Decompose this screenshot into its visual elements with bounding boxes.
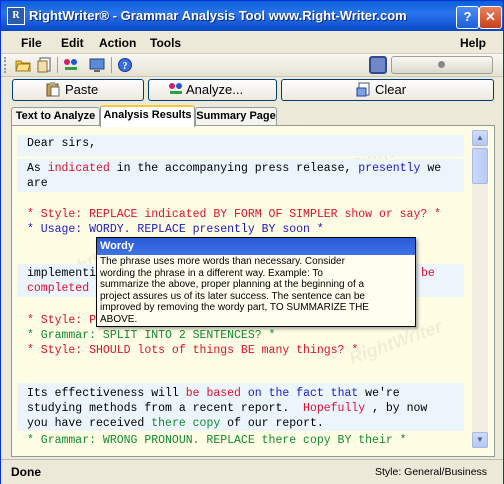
flagged-word[interactable]: be [421, 266, 435, 282]
menu-tools[interactable]: Tools [150, 36, 181, 50]
toolbar-indicator[interactable] [391, 56, 493, 74]
scroll-down-arrow-icon[interactable]: ▼ [472, 432, 488, 448]
text-span: of our report. [220, 417, 324, 430]
analyze-button[interactable]: Analyze... [148, 79, 277, 101]
tab-summary-page[interactable]: Summary Page [195, 107, 277, 125]
menu-action[interactable]: Action [99, 36, 136, 50]
style-comment: * Style: REPLACE indicated BY FORM OF SI… [27, 208, 442, 221]
help-button[interactable]: ? [456, 6, 479, 29]
tooltip-title: Wordy [97, 238, 415, 255]
paragraph-3-line-1: Its effectiveness will be based on the f… [27, 386, 400, 402]
paragraph-1-line-1: As indicated in the accompanying press r… [27, 161, 441, 177]
tooltip-line: improved by removing the wordy part, TO … [100, 302, 369, 314]
tooltip-line: The phrase uses more words than necessar… [100, 256, 345, 267]
app-icon[interactable]: R [7, 7, 25, 25]
app-window: R RightWriter® - Grammar Analysis Tool w… [0, 0, 504, 484]
scroll-thumb[interactable] [472, 148, 488, 184]
clear-button[interactable]: Clear [281, 79, 494, 101]
title-bar[interactable]: R RightWriter® - Grammar Analysis Tool w… [1, 1, 503, 31]
flagged-word[interactable]: be based [186, 387, 241, 400]
monitor-icon[interactable] [89, 57, 105, 73]
paragraph-3-line-2: studying methods from a recent report. H… [27, 401, 427, 417]
flagged-word[interactable]: completed [27, 281, 89, 297]
analyze-icon[interactable] [63, 57, 79, 73]
text-span [241, 387, 248, 400]
text-span: you have received [27, 417, 152, 430]
tooltip-line: project assures us of its later success.… [100, 290, 365, 302]
eraser-icon [356, 82, 372, 97]
style-comment: * Style: P [27, 314, 97, 327]
paste-button[interactable]: Paste [12, 79, 144, 101]
greeting-text: Dear sirs, [27, 137, 97, 150]
grammar-comment: * Grammar: SPLIT INTO 2 SENTENCES? * [27, 329, 276, 342]
text-span: studying methods from a recent report. [27, 402, 304, 415]
tab-analysis-results[interactable]: Analysis Results [100, 105, 195, 127]
window-restore-icon[interactable] [369, 56, 387, 74]
document-icon[interactable] [37, 57, 53, 73]
text-span: As [27, 162, 48, 175]
toolbar-separator [111, 57, 112, 73]
tooltip-line: summarize the above, proper planning at … [100, 279, 365, 291]
scroll-up-arrow-icon[interactable]: ▲ [472, 130, 488, 146]
tooltip-body: The phrase uses more words than necessar… [100, 256, 412, 326]
record-icon [438, 61, 445, 68]
text-span: in the accompanying press release, [109, 162, 359, 175]
close-button[interactable]: ✕ [479, 6, 502, 29]
style-comment: * Style: SHOULD lots of things BE many t… [27, 344, 359, 357]
tooltip-line: wording the phrase in a different way. E… [100, 267, 323, 279]
paragraph-2-line-1: implementin [27, 267, 103, 280]
flagged-word[interactable]: Hopefully [303, 402, 365, 415]
info-icon[interactable]: ? [117, 57, 133, 73]
paragraph-3-line-3: you have received there copy of our repo… [27, 416, 324, 432]
toolbar-grip[interactable] [4, 57, 9, 73]
vertical-scrollbar[interactable]: ▲ ▼ [472, 130, 488, 448]
analyze-icon [168, 82, 184, 97]
tooltip-line: ABOVE. [100, 313, 138, 325]
menu-file[interactable]: File [21, 36, 42, 50]
menu-help[interactable]: Help [460, 36, 486, 50]
flagged-word[interactable]: presently [358, 162, 420, 175]
toolbar-separator [57, 57, 58, 73]
toolbar: ? [1, 54, 503, 77]
status-bar: Done Style: General/Business [1, 459, 503, 484]
text-span: Its effectiveness will [27, 387, 186, 400]
analyze-label: Analyze... [186, 82, 244, 97]
status-text: Done [11, 465, 41, 479]
text-span: we're [358, 387, 400, 400]
flagged-word[interactable]: there copy [151, 417, 220, 430]
clear-label: Clear [375, 82, 407, 97]
paragraph-1-line-2: are [27, 177, 48, 190]
text-span: , by now [365, 402, 428, 415]
wordy-tooltip: Wordy The phrase uses more words than ne… [96, 237, 416, 327]
menu-bar: File Edit Action Tools Help [1, 31, 503, 54]
style-indicator: Style: General/Business [375, 466, 488, 478]
clipboard-icon [45, 82, 61, 97]
flagged-word[interactable]: indicated [48, 162, 110, 175]
usage-comment: * Usage: WORDY. REPLACE presently BY soo… [27, 223, 324, 236]
grammar-comment: * Grammar: WRONG PRONOUN. REPLACE there … [27, 434, 407, 447]
flagged-word[interactable]: on the fact that [248, 387, 358, 400]
window-title: RightWriter® - Grammar Analysis Tool www… [29, 8, 407, 23]
text-span: we [420, 162, 442, 175]
menu-edit[interactable]: Edit [61, 36, 84, 50]
paste-label: Paste [65, 82, 99, 97]
tab-text-to-analyze[interactable]: Text to Analyze [11, 107, 100, 125]
svg-text:?: ? [123, 61, 128, 72]
open-folder-icon[interactable] [15, 57, 31, 73]
